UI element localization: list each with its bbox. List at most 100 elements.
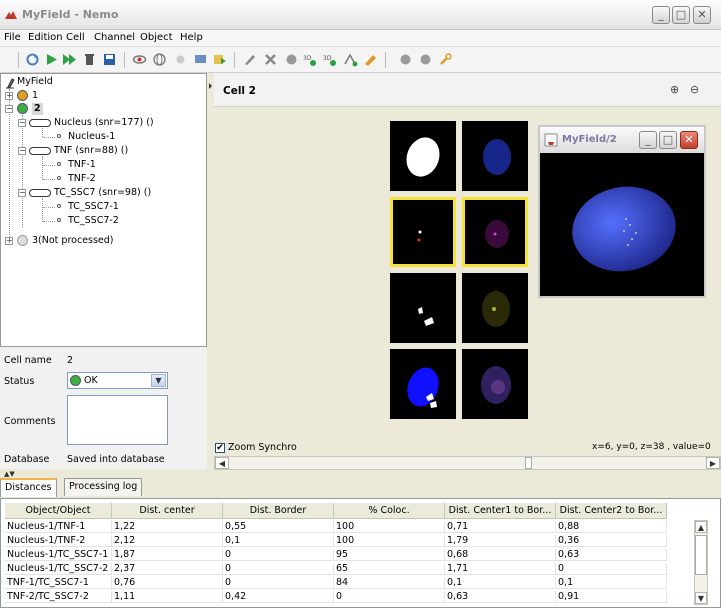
table-cell[interactable]: 0,91 — [556, 591, 667, 603]
comments-field[interactable] — [67, 395, 168, 445]
save-icon[interactable] — [102, 52, 117, 67]
pipette-icon[interactable] — [242, 52, 257, 67]
channel-image-overlay[interactable] — [462, 349, 528, 419]
table-cell[interactable]: 0,1 — [445, 577, 556, 589]
fast-forward-icon[interactable] — [62, 52, 77, 67]
annotate-icon[interactable] — [363, 52, 378, 67]
table-cell[interactable]: 0,1 — [223, 535, 334, 547]
tree-item-channel-tc-ssc7[interactable]: TC_SSC7 (snr=98) () — [54, 187, 151, 199]
3d-view-icon[interactable] — [152, 52, 167, 67]
tree-item-object-tc-ssc7-2[interactable]: TC_SSC7-2 — [68, 215, 119, 227]
table-cell[interactable]: 2,37 — [112, 563, 223, 575]
table-cell[interactable]: 0,68 — [445, 549, 556, 561]
eye-icon[interactable] — [132, 52, 147, 67]
table-cell[interactable]: 1,87 — [112, 549, 223, 561]
column-header[interactable]: Object/Object — [5, 503, 112, 519]
tree-item-cell-1[interactable]: 1 — [32, 90, 38, 102]
column-header[interactable]: Dist. center — [112, 503, 223, 519]
chevron-down-icon[interactable]: ▼ — [151, 374, 166, 387]
tree-item-cell-3[interactable]: 3(Not processed) — [32, 235, 114, 247]
expand-toggle[interactable]: + — [5, 92, 13, 100]
scroll-up-button[interactable]: ▲ — [695, 521, 707, 533]
flower-icon[interactable] — [173, 52, 188, 67]
table-cell[interactable]: Nucleus-1/TNF-2 — [5, 535, 112, 547]
zoom-out-icon[interactable]: ⊖ — [690, 83, 702, 96]
channel-image-tnf[interactable] — [462, 197, 528, 267]
popup-close-button[interactable]: ✕ — [680, 131, 698, 149]
scroll-thumb[interactable] — [695, 535, 707, 575]
table-cell[interactable]: TNF-1/TC_SSC7-1 — [5, 577, 112, 589]
table-cell[interactable]: 1,22 — [112, 521, 223, 533]
splitter-arrows-icon[interactable]: ▲▼ — [4, 470, 15, 478]
table-cell[interactable]: 0,36 — [556, 535, 667, 547]
play-icon[interactable] — [44, 52, 59, 67]
popup-minimize-button[interactable]: _ — [639, 131, 657, 149]
scroll-right-button[interactable]: ▶ — [706, 457, 720, 469]
tree-item-channel-tnf[interactable]: TNF (snr=88) () — [54, 145, 128, 157]
3d-measure-alt-icon[interactable]: 3D — [323, 52, 338, 67]
table-cell[interactable]: 0 — [223, 563, 334, 575]
table-cell[interactable]: TNF-2/TC_SSC7-2 — [5, 591, 112, 603]
table-cell[interactable]: 0,55 — [223, 521, 334, 533]
table-cell[interactable]: 0 — [223, 549, 334, 561]
3d-view-window[interactable]: MyField/2 _ □ ✕ — [538, 125, 706, 298]
tab-processing-log[interactable]: Processing log — [64, 478, 143, 496]
table-cell[interactable]: 0 — [334, 591, 445, 603]
menu-object[interactable]: Object — [140, 32, 173, 43]
column-header[interactable]: Dist. Center2 to Bor... — [556, 503, 667, 519]
tree-item-object-tnf-1[interactable]: TNF-1 — [68, 159, 96, 171]
dot-gray-2-icon[interactable] — [418, 52, 433, 67]
channel-image-ssc7-mask[interactable] — [390, 273, 456, 343]
zoom-in-icon[interactable]: ⊕ — [670, 83, 682, 96]
collapse-toggle[interactable]: − — [18, 189, 26, 197]
export-icon[interactable] — [212, 52, 227, 67]
table-cell[interactable]: 100 — [334, 535, 445, 547]
table-cell[interactable]: 100 — [334, 521, 445, 533]
table-cell[interactable]: 65 — [334, 563, 445, 575]
table-cell[interactable]: 1,11 — [112, 591, 223, 603]
tree-item-channel-nucleus[interactable]: Nucleus (snr=177) () — [54, 117, 154, 129]
cell-tree[interactable]: MyField + 1 − 2 − Nucleus (snr=177) () N… — [0, 73, 207, 347]
menu-edition[interactable]: Edition — [28, 32, 63, 43]
vertical-scrollbar[interactable]: ▲ ▼ — [694, 520, 708, 605]
distances-table[interactable]: Object/Object Dist. center Dist. Border … — [0, 498, 721, 608]
popup-title-bar[interactable]: MyField/2 _ □ ✕ — [540, 127, 704, 153]
column-header[interactable]: % Coloc. — [334, 503, 445, 519]
status-select[interactable]: OK ▼ — [67, 372, 168, 389]
table-cell[interactable]: 0,63 — [556, 549, 667, 561]
sphere-icon[interactable] — [284, 52, 299, 67]
trash-icon[interactable] — [82, 52, 97, 67]
tree-item-object-nucleus-1[interactable]: Nucleus-1 — [68, 131, 115, 143]
collapse-toggle[interactable]: − — [5, 105, 13, 113]
column-header[interactable]: Dist. Center1 to Bor... — [445, 503, 556, 519]
close-button[interactable]: ✕ — [693, 6, 711, 24]
scroll-down-button[interactable]: ▼ — [695, 592, 707, 604]
table-cell[interactable]: 1,71 — [445, 563, 556, 575]
scroll-thumb[interactable] — [525, 457, 532, 469]
tree-icon[interactable] — [343, 52, 358, 67]
tree-root[interactable]: MyField — [17, 76, 53, 88]
monitor-icon[interactable] — [193, 52, 208, 67]
popup-maximize-button[interactable]: □ — [659, 131, 677, 149]
table-cell[interactable]: 0,1 — [556, 577, 667, 589]
table-cell[interactable]: 0 — [556, 563, 667, 575]
collapse-toggle[interactable]: − — [18, 147, 26, 155]
cross-tools-icon[interactable] — [263, 52, 278, 67]
table-cell[interactable]: 1,79 — [445, 535, 556, 547]
3d-measure-icon[interactable]: 3D — [303, 52, 318, 67]
maximize-button[interactable]: □ — [672, 6, 690, 24]
channel-image-ssc7[interactable] — [462, 273, 528, 343]
table-cell[interactable]: 84 — [334, 577, 445, 589]
table-cell[interactable]: 0 — [223, 577, 334, 589]
channel-image-nucleus-mask[interactable] — [390, 121, 456, 191]
panel-splitter[interactable] — [207, 73, 214, 469]
tab-distances[interactable]: Distances — [0, 478, 57, 497]
table-cell[interactable]: 2,12 — [112, 535, 223, 547]
table-cell[interactable]: 95 — [334, 549, 445, 561]
table-cell[interactable]: Nucleus-1/TC_SSC7-1 — [5, 549, 112, 561]
collapse-toggle[interactable]: − — [18, 119, 26, 127]
menu-file[interactable]: File — [4, 32, 21, 43]
channel-image-overlay-mask[interactable] — [390, 349, 456, 419]
tree-item-object-tnf-2[interactable]: TNF-2 — [68, 173, 96, 185]
menu-help[interactable]: Help — [180, 32, 203, 43]
